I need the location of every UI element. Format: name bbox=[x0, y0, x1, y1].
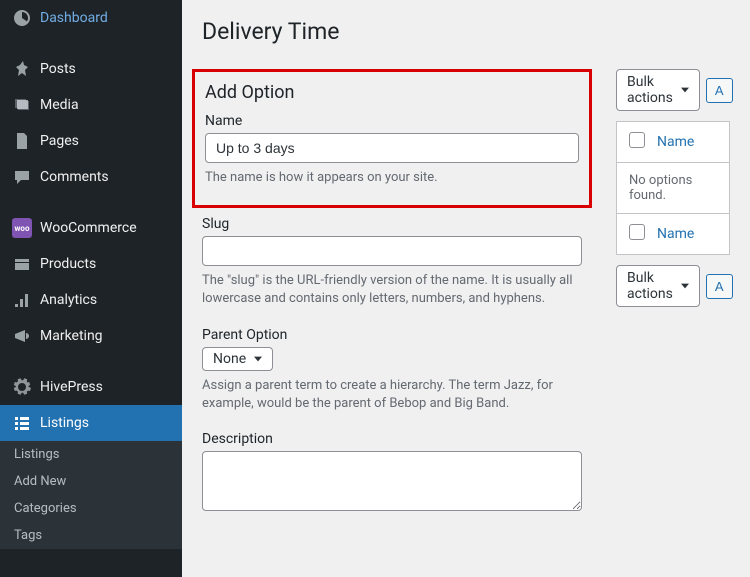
submenu-item-categories[interactable]: Categories bbox=[0, 495, 182, 522]
page-title: Delivery Time bbox=[202, 18, 730, 45]
media-icon bbox=[12, 95, 32, 115]
sidebar-item-label: HivePress bbox=[40, 379, 103, 395]
comment-icon bbox=[12, 167, 32, 187]
products-icon bbox=[12, 254, 32, 274]
sidebar-item-woocommerce[interactable]: woo WooCommerce bbox=[0, 210, 182, 246]
gear-icon bbox=[12, 377, 32, 397]
sidebar-item-analytics[interactable]: Analytics bbox=[0, 282, 182, 318]
slug-label: Slug bbox=[202, 216, 582, 232]
section-heading: Add Option bbox=[205, 82, 579, 103]
submenu-item-listings[interactable]: Listings bbox=[0, 441, 182, 468]
sidebar-item-label: Marketing bbox=[40, 328, 103, 344]
sidebar-separator bbox=[0, 41, 182, 46]
column-footer-name[interactable]: Name bbox=[657, 226, 694, 242]
options-table-panel: Bulk actions A Name No options found. bbox=[616, 69, 730, 515]
sidebar-item-label: Products bbox=[40, 256, 96, 272]
bulk-actions-select-bottom[interactable]: Bulk actions bbox=[616, 265, 700, 307]
description-label: Description bbox=[202, 431, 582, 447]
admin-sidebar: Dashboard Posts Media Pages Commen bbox=[0, 0, 182, 577]
sidebar-item-hivepress[interactable]: HivePress bbox=[0, 369, 182, 405]
list-icon bbox=[12, 413, 32, 433]
slug-help-text: The "slug" is the URL-friendly version o… bbox=[202, 272, 582, 308]
sidebar-item-label: Comments bbox=[40, 169, 109, 185]
empty-text: No options found. bbox=[629, 173, 717, 203]
name-input[interactable] bbox=[205, 133, 579, 163]
name-label: Name bbox=[205, 113, 579, 129]
bulk-actions-label: Bulk actions bbox=[627, 74, 673, 106]
submenu-item-tags[interactable]: Tags bbox=[0, 522, 182, 549]
sidebar-item-listings[interactable]: Listings bbox=[0, 405, 182, 441]
select-all-checkbox-footer[interactable] bbox=[629, 224, 645, 240]
page-icon bbox=[12, 131, 32, 151]
bulk-actions-select[interactable]: Bulk actions bbox=[616, 69, 700, 111]
parent-select-value: None bbox=[213, 351, 246, 367]
analytics-icon bbox=[12, 290, 32, 310]
submenu-item-add-new[interactable]: Add New bbox=[0, 468, 182, 495]
name-help-text: The name is how it appears on your site. bbox=[205, 169, 579, 187]
bulk-actions-label: Bulk actions bbox=[627, 270, 673, 302]
description-textarea[interactable] bbox=[202, 451, 582, 511]
parent-label: Parent Option bbox=[202, 327, 582, 343]
table-empty-row: No options found. bbox=[617, 163, 729, 214]
sidebar-submenu: Listings Add New Categories Tags bbox=[0, 441, 182, 549]
main-content: Delivery Time Add Option Name The name i… bbox=[182, 0, 750, 577]
sidebar-separator bbox=[0, 359, 182, 364]
slug-input[interactable] bbox=[202, 236, 582, 266]
sidebar-item-label: Dashboard bbox=[40, 10, 108, 26]
parent-help-text: Assign a parent term to create a hierarc… bbox=[202, 377, 582, 413]
sidebar-item-products[interactable]: Products bbox=[0, 246, 182, 282]
sidebar-item-comments[interactable]: Comments bbox=[0, 159, 182, 195]
table-footer-row: Name bbox=[617, 214, 729, 254]
sidebar-item-label: Posts bbox=[40, 61, 76, 77]
parent-select[interactable]: None bbox=[202, 347, 273, 371]
sidebar-item-media[interactable]: Media bbox=[0, 87, 182, 123]
sidebar-separator bbox=[0, 200, 182, 205]
chevron-down-icon bbox=[677, 278, 693, 294]
sidebar-item-label: Media bbox=[40, 97, 79, 113]
options-table: Name No options found. Name bbox=[616, 121, 730, 255]
sidebar-item-label: Pages bbox=[40, 133, 79, 149]
sidebar-item-pages[interactable]: Pages bbox=[0, 123, 182, 159]
dashboard-icon bbox=[12, 8, 32, 28]
table-header-row: Name bbox=[617, 122, 729, 163]
chevron-down-icon bbox=[677, 82, 693, 98]
megaphone-icon bbox=[12, 326, 32, 346]
pin-icon bbox=[12, 59, 32, 79]
highlight-box: Add Option Name The name is how it appea… bbox=[192, 69, 592, 208]
apply-button-bottom[interactable]: A bbox=[706, 274, 733, 299]
sidebar-item-label: WooCommerce bbox=[40, 220, 137, 236]
sidebar-item-label: Analytics bbox=[40, 292, 97, 308]
woo-icon: woo bbox=[12, 218, 32, 238]
sidebar-item-posts[interactable]: Posts bbox=[0, 51, 182, 87]
add-option-form: Add Option Name The name is how it appea… bbox=[202, 69, 582, 515]
apply-button[interactable]: A bbox=[706, 78, 733, 103]
sidebar-item-dashboard[interactable]: Dashboard bbox=[0, 0, 182, 36]
chevron-down-icon bbox=[250, 351, 266, 367]
column-header-name[interactable]: Name bbox=[657, 134, 694, 150]
sidebar-item-marketing[interactable]: Marketing bbox=[0, 318, 182, 354]
select-all-checkbox[interactable] bbox=[629, 132, 645, 148]
sidebar-item-label: Listings bbox=[40, 415, 89, 431]
